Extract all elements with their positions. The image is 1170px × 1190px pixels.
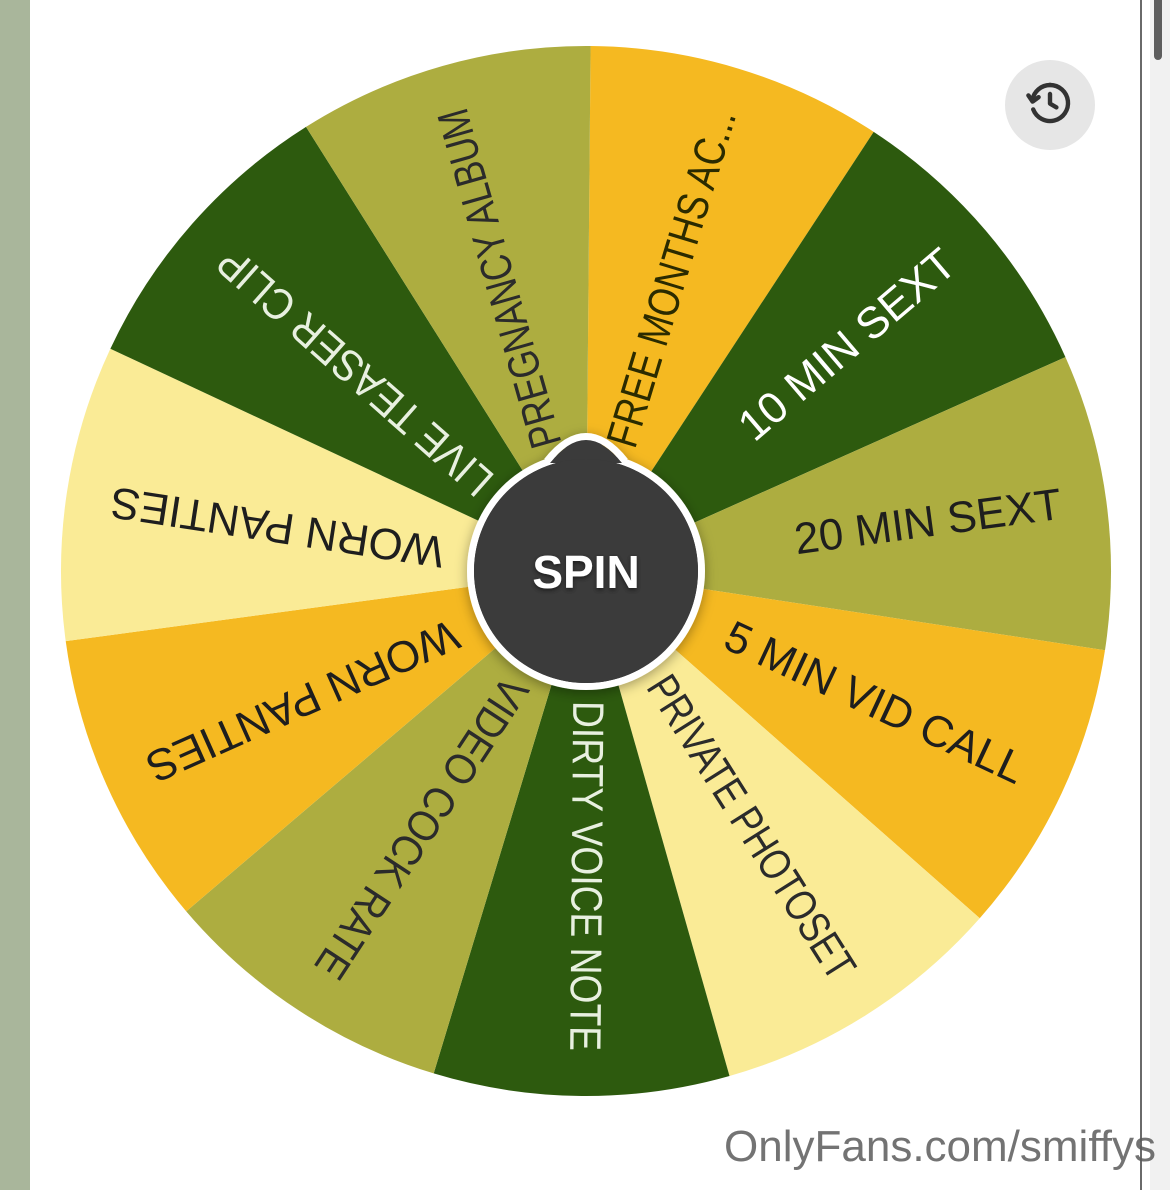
history-button[interactable] bbox=[1005, 60, 1095, 150]
wheel-segment-label: DIRTY VOICE NOTE bbox=[560, 701, 612, 1051]
spin-button-label: SPIN bbox=[532, 546, 639, 598]
watermark-text: OnlyFans.com/smiffys bbox=[724, 1122, 1156, 1171]
spin-wheel[interactable]: FREE MONTHS AC...10 MIN SEXT20 MIN SEXT5… bbox=[0, 0, 1170, 1190]
history-icon bbox=[1026, 79, 1074, 132]
